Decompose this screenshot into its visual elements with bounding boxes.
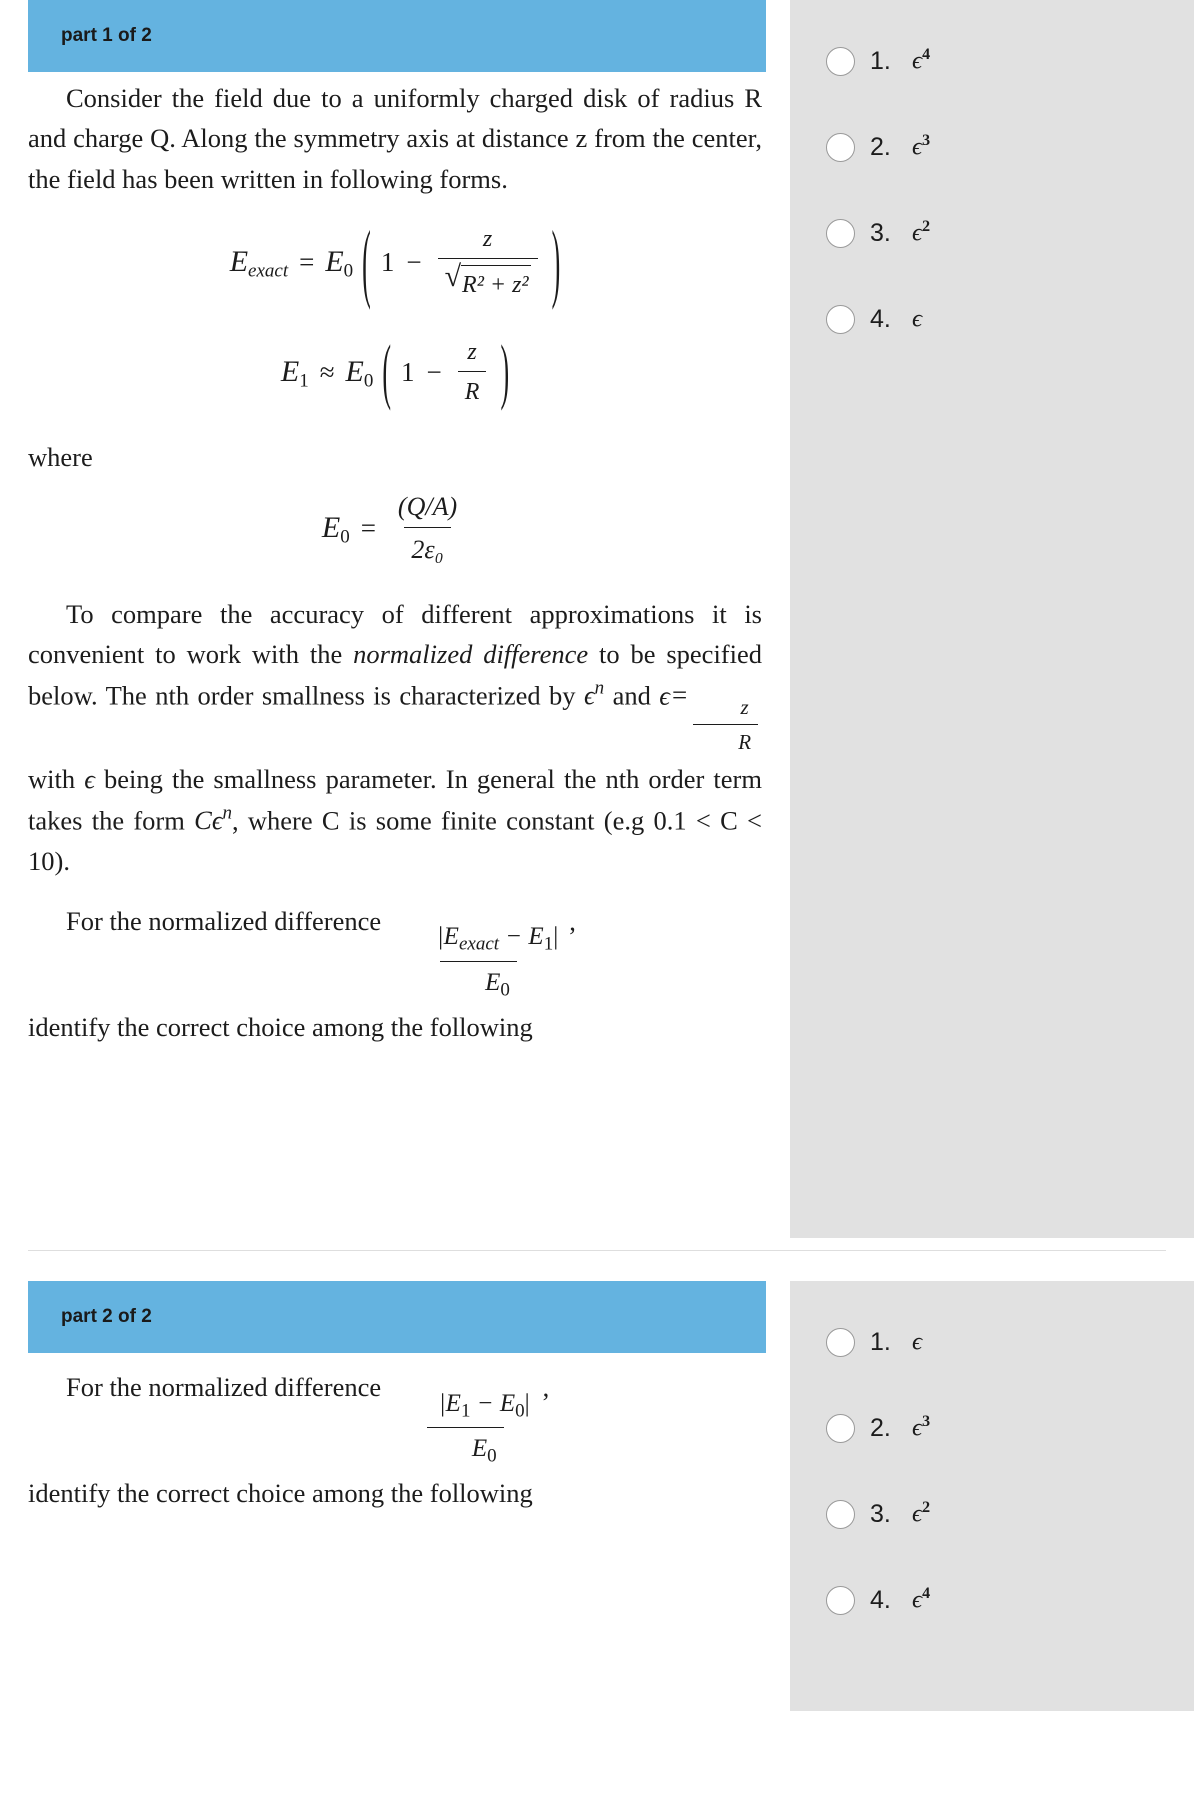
option-value-1-1: ϵ4	[912, 46, 931, 75]
option-value-2-3: ϵ2	[912, 1499, 931, 1528]
prompt-comma-2: ,	[542, 1372, 550, 1402]
prompt-comma-1: ,	[569, 905, 576, 936]
c-epsilon-n-term: Cϵn	[194, 802, 232, 836]
radio-button-1-3[interactable]	[826, 218, 855, 248]
eq1-prefactor: E0	[325, 244, 354, 281]
eq1-fraction: z √ R² + z²	[437, 221, 538, 304]
answer-option-2-4[interactable]: 4. ϵ4	[790, 1557, 1194, 1643]
normalized-difference-fraction-1: |Eexact − E1| E0	[392, 918, 565, 1004]
prompt-paragraph-part-2: For the normalized difference |E1 − E0| …	[28, 1367, 762, 1471]
prompt-paragraph-part-1: For the normalized difference |Eexact − …	[28, 901, 762, 1005]
equation-e1: E1 ≈ E0 ( 1 − z R )	[28, 330, 762, 413]
page-root: part 1 of 2 Consider the field due to a …	[0, 0, 1194, 1802]
prompt-lead-2: For the normalized difference	[66, 1372, 382, 1402]
radio-button-1-4[interactable]	[826, 304, 855, 334]
answer-option-1-3[interactable]: 3. ϵ2	[790, 190, 1194, 276]
option-value-2-1: ϵ	[912, 1328, 923, 1356]
radio-button-2-3[interactable]	[826, 1499, 855, 1529]
compare-text-4: with	[28, 764, 85, 795]
eq3-lhs: E0	[321, 510, 350, 548]
eq1-sqrt: √ R² + z²	[445, 262, 531, 303]
option-number-1-4: 4.	[870, 304, 891, 333]
option-number-1-2: 2.	[870, 132, 891, 161]
part-header-label-2: part 2 of 2	[61, 1306, 152, 1327]
option-number-2-3: 3.	[870, 1499, 891, 1528]
epsilon-symbol-b: ϵ	[84, 764, 95, 795]
option-value-1-3: ϵ2	[912, 218, 931, 247]
compare-paragraph: To compare the accuracy of different app…	[28, 598, 763, 876]
option-value-1-4: ϵ	[912, 305, 923, 333]
eq2-fraction: z R	[457, 334, 487, 411]
answer-option-2-3[interactable]: 3. ϵ2	[790, 1471, 1194, 1557]
radio-button-2-2[interactable]	[826, 1413, 855, 1443]
eq3-relation: =	[360, 512, 376, 543]
answer-option-2-2[interactable]: 2. ϵ3	[790, 1385, 1194, 1471]
answer-option-1-4[interactable]: 4. ϵ	[790, 276, 1194, 362]
option-value-2-4: ϵ4	[912, 1585, 931, 1614]
intro-paragraph: Consider the field due to a uniformly ch…	[28, 83, 762, 194]
answer-option-1-2[interactable]: 2. ϵ3	[790, 104, 1194, 190]
prompt-tail-2: identify the correct choice among the fo…	[28, 1477, 533, 1508]
answer-panel-part-2: 1. ϵ 2. ϵ3 3. ϵ2 4. ϵ4	[790, 1281, 1194, 1711]
question-body-part-1: part 1 of 2 Consider the field due to a …	[0, 0, 790, 1047]
section-divider	[28, 1250, 1166, 1251]
normalized-difference-fraction-2: |E1 − E0| E0	[394, 1385, 537, 1471]
equation-e0-definition: E0 = (Q/A) 2ε₀	[28, 487, 762, 570]
eq3-fraction: (Q/A) 2ε₀	[391, 487, 464, 570]
question-text-part-1: Consider the field due to a uniformly ch…	[0, 78, 790, 1047]
answer-option-1-1[interactable]: 1. ϵ4	[790, 18, 1194, 104]
radio-button-2-1[interactable]	[826, 1327, 855, 1357]
eq2-one: 1	[401, 356, 415, 387]
prompt-lead-1: For the normalized difference	[66, 905, 382, 936]
epsilon-n-term: ϵn	[583, 677, 605, 711]
option-value-2-2: ϵ3	[912, 1413, 931, 1442]
where-label: where	[28, 441, 93, 472]
epsilon-symbol-a: ϵ	[659, 680, 670, 711]
radio-button-1-2[interactable]	[826, 132, 855, 162]
eq1-minus: −	[406, 246, 422, 277]
epsilon-definition-fraction: zR	[693, 692, 759, 760]
prompt-tail-1: identify the correct choice among the fo…	[28, 1011, 533, 1042]
option-number-2-1: 1.	[870, 1327, 891, 1356]
eq1-relation: =	[299, 246, 315, 277]
eq1-one: 1	[380, 246, 395, 277]
option-value-1-2: ϵ3	[912, 132, 931, 161]
eq1-lhs: Eexact	[229, 244, 289, 281]
equation-e-exact: Eexact = E0 ( 1 − z √ R² + z²)	[28, 212, 762, 311]
eq2-lhs: E1	[280, 354, 309, 391]
part-header-2: part 2 of 2	[28, 1281, 766, 1353]
option-number-1-1: 1.	[870, 46, 891, 75]
part-header-label-1: part 1 of 2	[61, 25, 152, 46]
eq2-prefactor: E0	[345, 354, 374, 391]
question-body-part-2: part 2 of 2 For the normalized differenc…	[0, 1281, 790, 1514]
eq1-parenthetical: ( 1 − z √ R² + z²)	[362, 212, 561, 311]
eq2-relation: ≈	[319, 356, 335, 387]
option-number-2-2: 2.	[870, 1413, 891, 1442]
answer-option-2-1[interactable]: 1. ϵ	[790, 1299, 1194, 1385]
radio-button-2-4[interactable]	[826, 1585, 855, 1615]
answer-panel-part-1: 1. ϵ4 2. ϵ3 3. ϵ2 4. ϵ	[790, 0, 1194, 1238]
eq2-parenthetical: ( 1 − z R )	[382, 330, 510, 413]
option-number-1-3: 3.	[870, 218, 891, 247]
normalized-difference-emphasis: normalized difference	[353, 639, 589, 670]
question-block-part-1: part 1 of 2 Consider the field due to a …	[0, 0, 1194, 1238]
radio-button-1-1[interactable]	[826, 46, 855, 76]
part-header-1: part 1 of 2	[28, 0, 766, 72]
eq2-minus: −	[426, 356, 442, 387]
question-block-part-2: part 2 of 2 For the normalized differenc…	[0, 1281, 1194, 1711]
compare-text-3: and	[604, 680, 660, 711]
option-number-2-4: 4.	[870, 1585, 891, 1614]
question-text-part-2: For the normalized difference |E1 − E0| …	[0, 1367, 790, 1513]
